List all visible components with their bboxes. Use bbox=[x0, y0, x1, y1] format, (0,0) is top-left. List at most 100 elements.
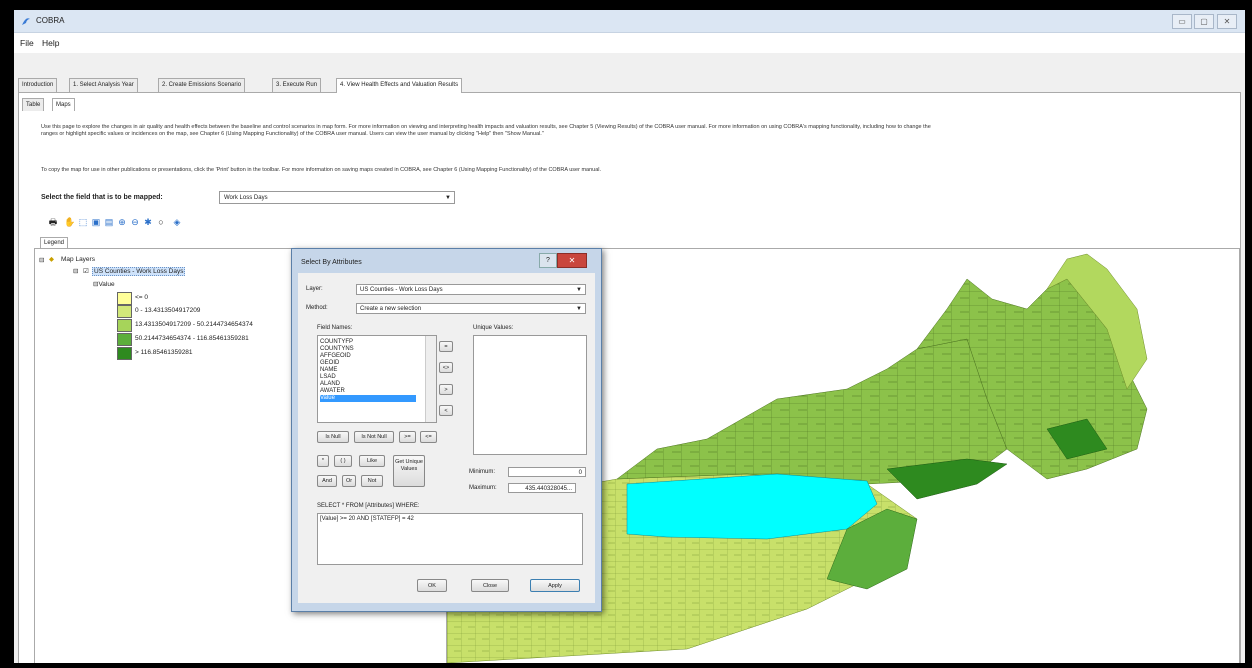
zoom-extent-icon[interactable]: ▣ bbox=[91, 217, 101, 227]
apply-button[interactable]: Apply bbox=[530, 579, 580, 592]
chevron-down-icon: ▼ bbox=[576, 287, 582, 293]
subtab-maps[interactable]: Maps bbox=[52, 98, 75, 111]
help-icon[interactable]: ? bbox=[539, 253, 557, 268]
not-equal-button[interactable]: <> bbox=[439, 362, 453, 373]
zoom-in-icon[interactable]: ⊕ bbox=[117, 217, 127, 227]
field-item[interactable]: AFFGEOID bbox=[320, 353, 351, 360]
legend-class-label: > 116.85461359281 bbox=[135, 349, 193, 356]
intro-text: Use this page to explore the changes in … bbox=[41, 124, 931, 137]
cobra-app-icon bbox=[22, 18, 30, 25]
print-note: To copy the map for use in other publica… bbox=[41, 167, 602, 173]
layer-checkbox[interactable]: ☑ bbox=[83, 267, 89, 275]
minimize-button[interactable]: ▭ bbox=[1172, 14, 1192, 29]
field-item[interactable]: ALAND bbox=[320, 381, 340, 388]
legend-swatch bbox=[117, 347, 132, 360]
layer-label: Layer: bbox=[306, 286, 323, 292]
field-item[interactable]: GEOID bbox=[320, 360, 339, 367]
ok-button[interactable]: OK bbox=[417, 579, 447, 592]
greater-equal-button[interactable]: >= bbox=[399, 431, 416, 443]
where-clause-label: SELECT * FROM [Attributes] WHERE: bbox=[317, 503, 420, 509]
dialog-title: Select By Attributes bbox=[301, 259, 362, 266]
field-list-scrollbar[interactable] bbox=[425, 336, 436, 422]
map-layers-root: Map Layers bbox=[61, 256, 95, 263]
not-button[interactable]: Not bbox=[361, 475, 383, 487]
layer-dropdown[interactable]: US Counties - Work Loss Days ▼ bbox=[356, 284, 586, 295]
legend-class-label: 13.4313504917209 - 50.2144734654374 bbox=[135, 321, 253, 328]
chevron-down-icon: ▼ bbox=[576, 306, 582, 312]
unique-values-list[interactable] bbox=[473, 335, 587, 455]
map-region-pennsylvania bbox=[626, 473, 878, 540]
field-item[interactable]: COUNTYNS bbox=[320, 346, 354, 353]
minimum-label: Minimum: bbox=[469, 469, 496, 475]
tab-create-emissions-scenario[interactable]: 2. Create Emissions Scenario bbox=[158, 78, 246, 92]
is-null-button[interactable]: Is Null bbox=[317, 431, 349, 443]
like-button[interactable]: Like bbox=[359, 455, 385, 467]
close-window-button[interactable]: ✕ bbox=[1217, 14, 1237, 29]
navigate-icon[interactable]: ◈ bbox=[172, 217, 182, 227]
tab-introduction[interactable]: Introduction bbox=[18, 78, 58, 92]
legend-swatch bbox=[117, 292, 132, 305]
select-by-attributes-dialog: Select By Attributes ? ✕ Layer: US Count… bbox=[291, 248, 602, 612]
identify-icon[interactable]: ✱ bbox=[143, 217, 153, 227]
tab-view-results[interactable]: 4. View Health Effects and Valuation Res… bbox=[336, 78, 463, 93]
close-button[interactable]: Close bbox=[471, 579, 509, 592]
refresh-icon[interactable]: ○ bbox=[156, 217, 166, 227]
menu-file[interactable]: File bbox=[20, 38, 34, 48]
menu-help[interactable]: Help bbox=[42, 38, 59, 48]
equals-button[interactable]: = bbox=[439, 341, 453, 352]
field-item[interactable]: AWATER bbox=[320, 388, 345, 395]
less-equal-button[interactable]: <= bbox=[420, 431, 437, 443]
parentheses-button[interactable]: ( ) bbox=[334, 455, 352, 467]
where-expression-input[interactable]: [Value] >= 20 AND [STATEFP] = 42 bbox=[317, 513, 583, 565]
collapse-icon[interactable]: ⊟ bbox=[39, 256, 44, 264]
field-names-list[interactable]: COUNTYFP COUNTYNS AFFGEOID GEOID NAME LS… bbox=[317, 335, 437, 423]
method-dropdown[interactable]: Create a new selection ▼ bbox=[356, 303, 586, 314]
subtab-table[interactable]: Table bbox=[22, 98, 45, 111]
pan-icon[interactable]: ✋ bbox=[64, 217, 75, 227]
legend-class-label: 0 - 13.4313504917209 bbox=[135, 307, 201, 314]
cobra-window: COBRA ▭ ▢ ✕ File Help Introduction 1. Se… bbox=[14, 10, 1245, 663]
legend-swatch bbox=[117, 305, 132, 318]
maximize-button[interactable]: ▢ bbox=[1194, 14, 1214, 29]
less-than-button[interactable]: < bbox=[439, 405, 453, 416]
field-item[interactable]: COUNTYFP bbox=[320, 339, 353, 346]
layer-name[interactable]: US Counties - Work Loss Days bbox=[92, 267, 186, 276]
menu-bar: File Help bbox=[14, 33, 1245, 53]
layer-dropdown-value: US Counties - Work Loss Days bbox=[360, 287, 443, 293]
method-dropdown-value: Create a new selection bbox=[360, 306, 422, 312]
dialog-close-icon[interactable]: ✕ bbox=[557, 253, 587, 268]
zoom-out-icon[interactable]: ⊖ bbox=[130, 217, 140, 227]
minimum-field: 0 bbox=[508, 467, 586, 477]
tab-select-analysis-year[interactable]: 1. Select Analysis Year bbox=[69, 78, 138, 92]
field-select-value: Work Loss Days bbox=[224, 195, 268, 201]
select-icon[interactable]: ⬚ bbox=[78, 217, 88, 227]
zoom-layer-icon[interactable]: ▤ bbox=[104, 217, 114, 227]
field-item-selected[interactable]: Value bbox=[320, 395, 416, 402]
unique-values-label: Unique Values: bbox=[473, 325, 514, 331]
legend-swatch bbox=[117, 319, 132, 332]
field-select-dropdown[interactable]: Work Loss Days ▼ bbox=[219, 191, 455, 204]
legend-class-label: 50.2144734654374 - 116.85461359281 bbox=[135, 335, 249, 342]
legend-class-label: <= 0 bbox=[135, 294, 149, 301]
field-select-label: Select the field that is to be mapped: bbox=[41, 194, 163, 201]
field-names-label: Field Names: bbox=[317, 325, 353, 331]
greater-than-button[interactable]: > bbox=[439, 384, 453, 395]
legend-swatch bbox=[117, 333, 132, 346]
field-item[interactable]: LSAD bbox=[320, 374, 336, 381]
is-not-null-button[interactable]: Is Not Null bbox=[354, 431, 394, 443]
or-button[interactable]: Or bbox=[342, 475, 356, 487]
value-node: ⊟Value bbox=[93, 281, 115, 288]
window-title: COBRA bbox=[36, 16, 65, 25]
field-item[interactable]: NAME bbox=[320, 367, 337, 374]
collapse-icon[interactable]: ⊟ bbox=[73, 267, 78, 275]
wildcard-button[interactable]: * bbox=[317, 455, 329, 467]
get-unique-values-button[interactable]: Get Unique Values bbox=[393, 455, 425, 487]
dialog-body: Layer: US Counties - Work Loss Days ▼ Met… bbox=[298, 273, 595, 603]
print-icon[interactable]: 🖶 bbox=[48, 217, 58, 227]
chevron-down-icon: ▼ bbox=[445, 195, 451, 201]
maximum-label: Maximum: bbox=[469, 485, 497, 491]
title-bar: COBRA ▭ ▢ ✕ bbox=[14, 10, 1245, 33]
tab-execute-run[interactable]: 3. Execute Run bbox=[272, 78, 322, 92]
and-button[interactable]: And bbox=[317, 475, 337, 487]
layers-icon: ◆ bbox=[49, 256, 54, 263]
